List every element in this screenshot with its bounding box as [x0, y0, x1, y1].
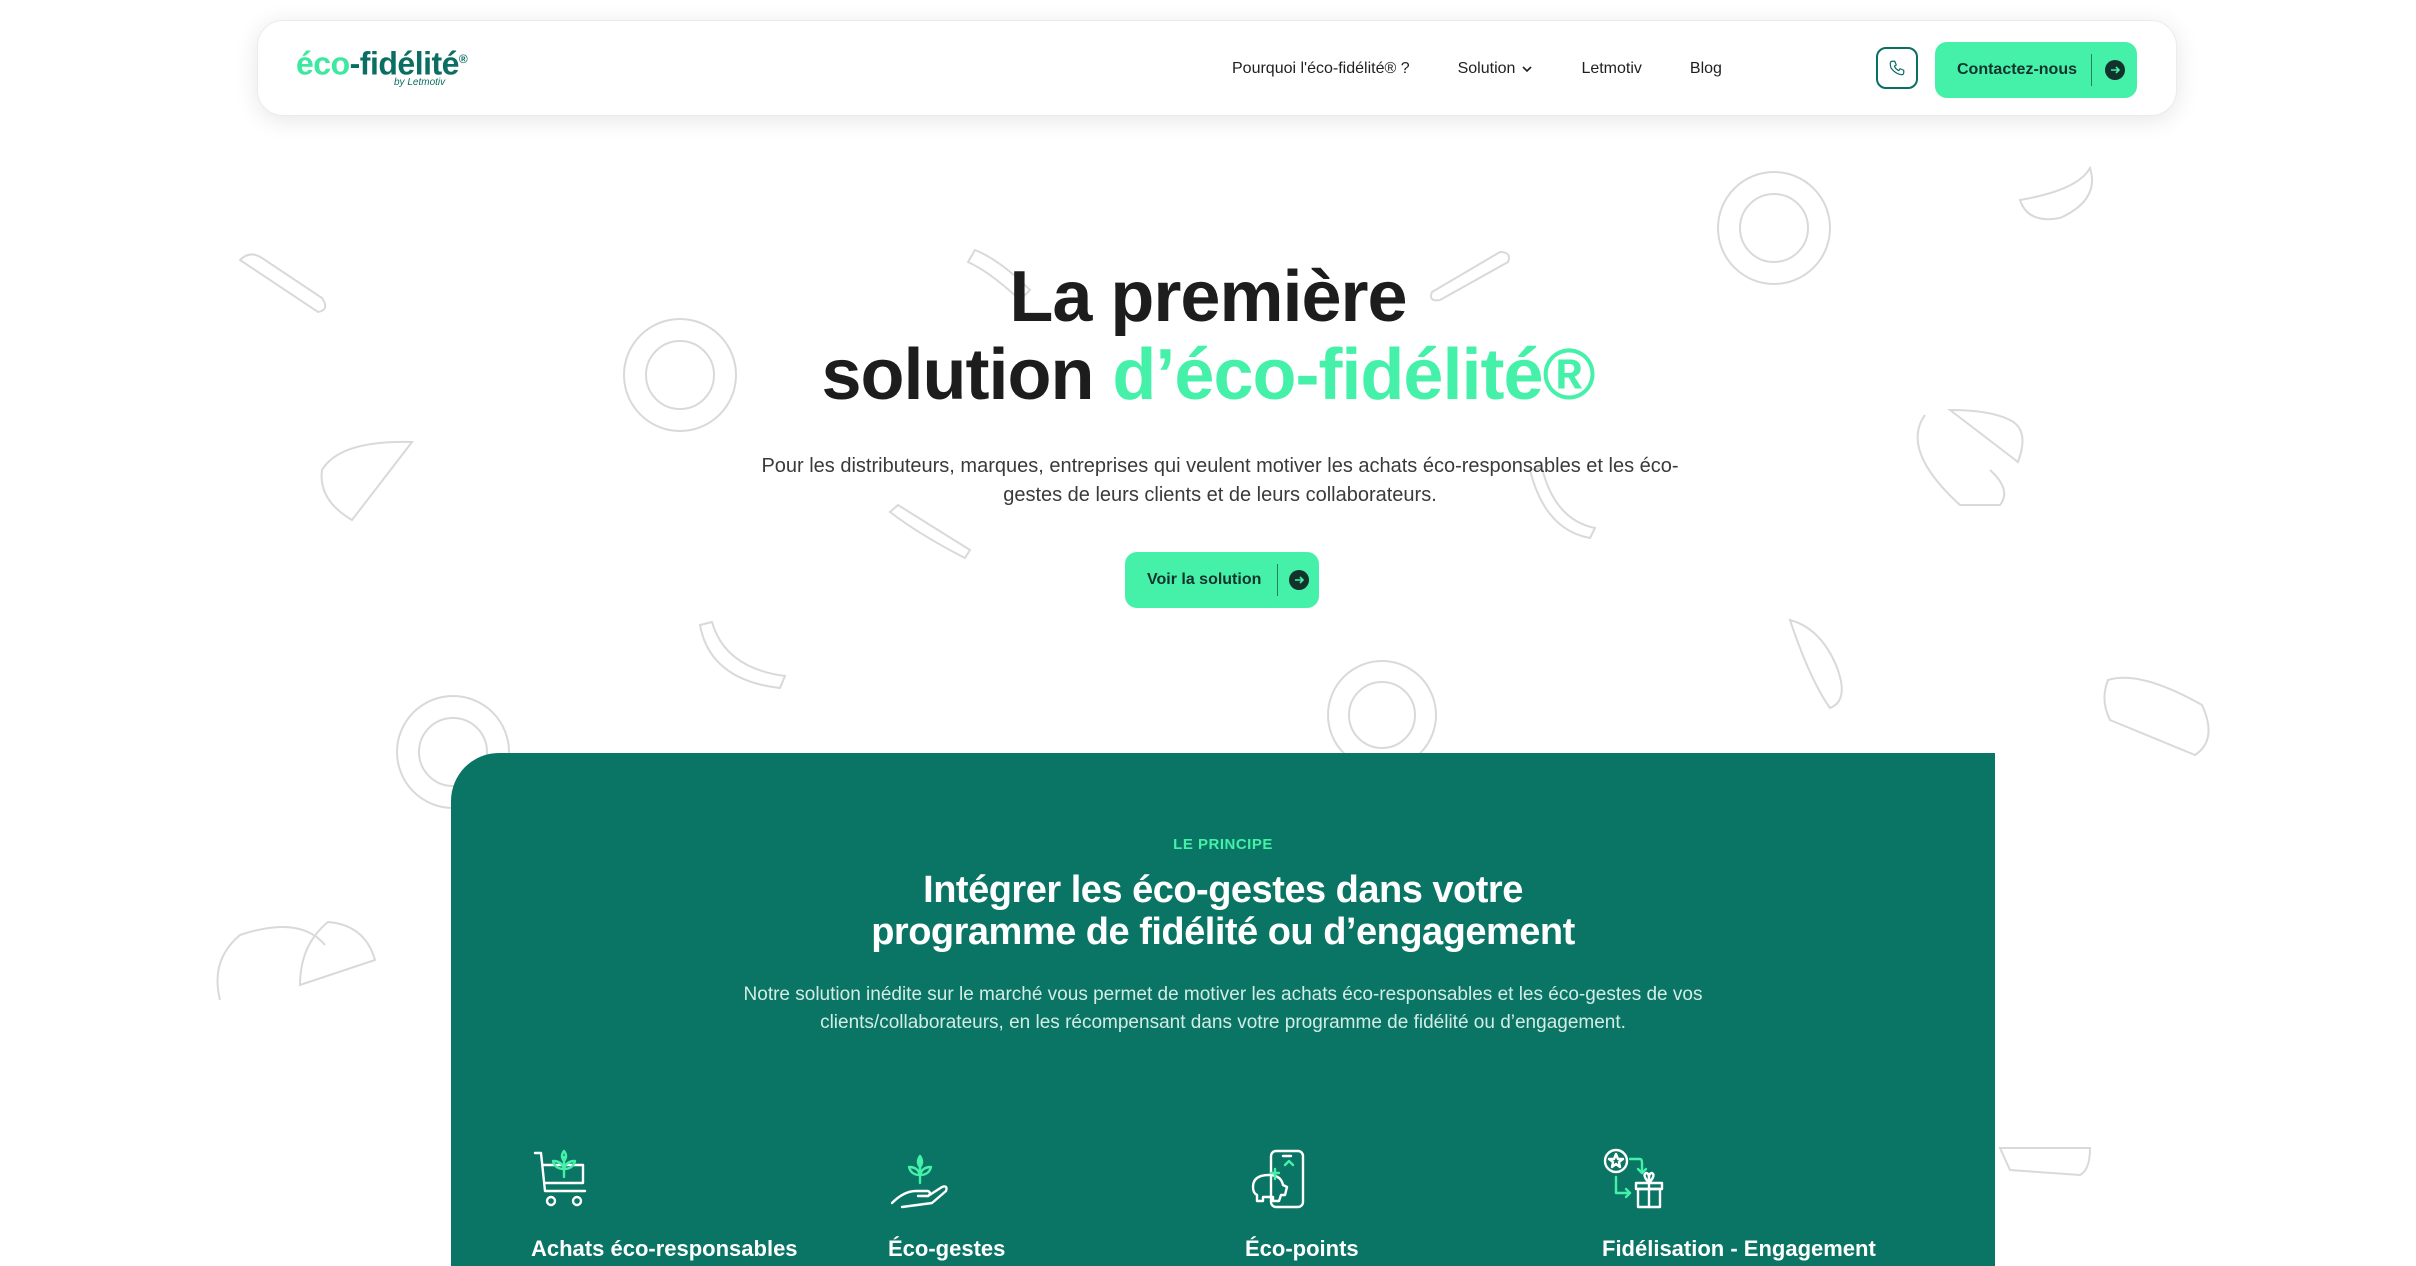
feature-label: Éco-points — [1245, 1236, 1359, 1261]
section-title-line1: Intégrer les éco-gestes dans votre — [923, 869, 1523, 911]
nav-item-label: Pourquoi l'éco-fidélité® ? — [1232, 60, 1410, 77]
cart-leaf-icon — [533, 1149, 587, 1207]
voir-solution-label: Voir la solution — [1147, 571, 1262, 588]
main-navigation: Pourquoi l'éco-fidélité® ? Solution Letm… — [1232, 21, 1770, 117]
contact-button-label: Contactez-nous — [1957, 61, 2077, 78]
section-description: Notre solution inédite sur le marché vou… — [743, 984, 1703, 1033]
feature-label: Achats éco-responsables — [531, 1236, 798, 1261]
feature-fidelisation: Fidélisation - Engagement — [1602, 1147, 1902, 1262]
button-divider — [2091, 54, 2092, 86]
button-divider — [1277, 564, 1279, 596]
feature-eco-gestes: Éco-gestes — [888, 1147, 1188, 1262]
feature-achats: Achats éco-responsables — [531, 1147, 831, 1262]
section-title-line2: programme de fidélité ou d’engagement — [871, 911, 1575, 953]
feature-eco-points: Éco-points — [1245, 1147, 1545, 1262]
nav-item-label: Solution — [1457, 60, 1516, 77]
principe-section: LE PRINCIPE Intégrer les éco-gestes dans… — [451, 753, 1995, 1266]
top-navbar: éco-fidélité® by Letmotiv Pourquoi l'éco… — [257, 20, 2177, 116]
feature-label: Éco-gestes — [888, 1236, 1006, 1261]
logo-registered-mark: ® — [458, 52, 468, 66]
hand-leaf-icon — [890, 1154, 948, 1209]
phone-icon — [1889, 60, 1905, 76]
section-eyebrow: LE PRINCIPE — [1173, 836, 1273, 853]
hero-subtitle: Pour les distributeurs, marques, entrepr… — [761, 455, 1679, 506]
hero-title-line1: La première — [1009, 257, 1407, 337]
voir-solution-button[interactable]: Voir la solution — [1125, 552, 1319, 608]
phone-button[interactable] — [1876, 47, 1918, 89]
hero-title: La première solution d’éco-fidélité® — [0, 258, 2416, 414]
contact-button[interactable]: Contactez-nous — [1935, 42, 2137, 98]
phone-piggybank-icon — [1251, 1149, 1305, 1209]
star-gift-icon — [1603, 1148, 1664, 1209]
nav-item-letmotiv[interactable]: Letmotiv — [1581, 60, 1641, 78]
logo-subtitle: by Letmotiv — [394, 77, 446, 88]
brand-logo[interactable]: éco-fidélité® by Letmotiv — [296, 43, 468, 88]
nav-item-label: Blog — [1689, 60, 1722, 77]
nav-item-label: Letmotiv — [1581, 60, 1642, 77]
nav-item-blog[interactable]: Blog — [1690, 60, 1722, 78]
arrow-right-icon — [1289, 570, 1310, 590]
hero-title-accent: d’éco-fidélité® — [1112, 335, 1595, 415]
nav-item-pourquoi[interactable]: Pourquoi l'éco-fidélité® ? — [1232, 60, 1410, 78]
feature-label: Fidélisation - Engagement — [1602, 1236, 1876, 1261]
logo-eco-text: éco — [296, 45, 350, 82]
nav-item-solution[interactable]: Solution — [1458, 60, 1534, 78]
hero-title-line2: solution — [821, 335, 1113, 415]
chevron-down-icon — [1522, 66, 1533, 73]
section-title: Intégrer les éco-gestes dans votre progr… — [451, 869, 1995, 953]
arrow-right-icon — [2105, 60, 2125, 80]
